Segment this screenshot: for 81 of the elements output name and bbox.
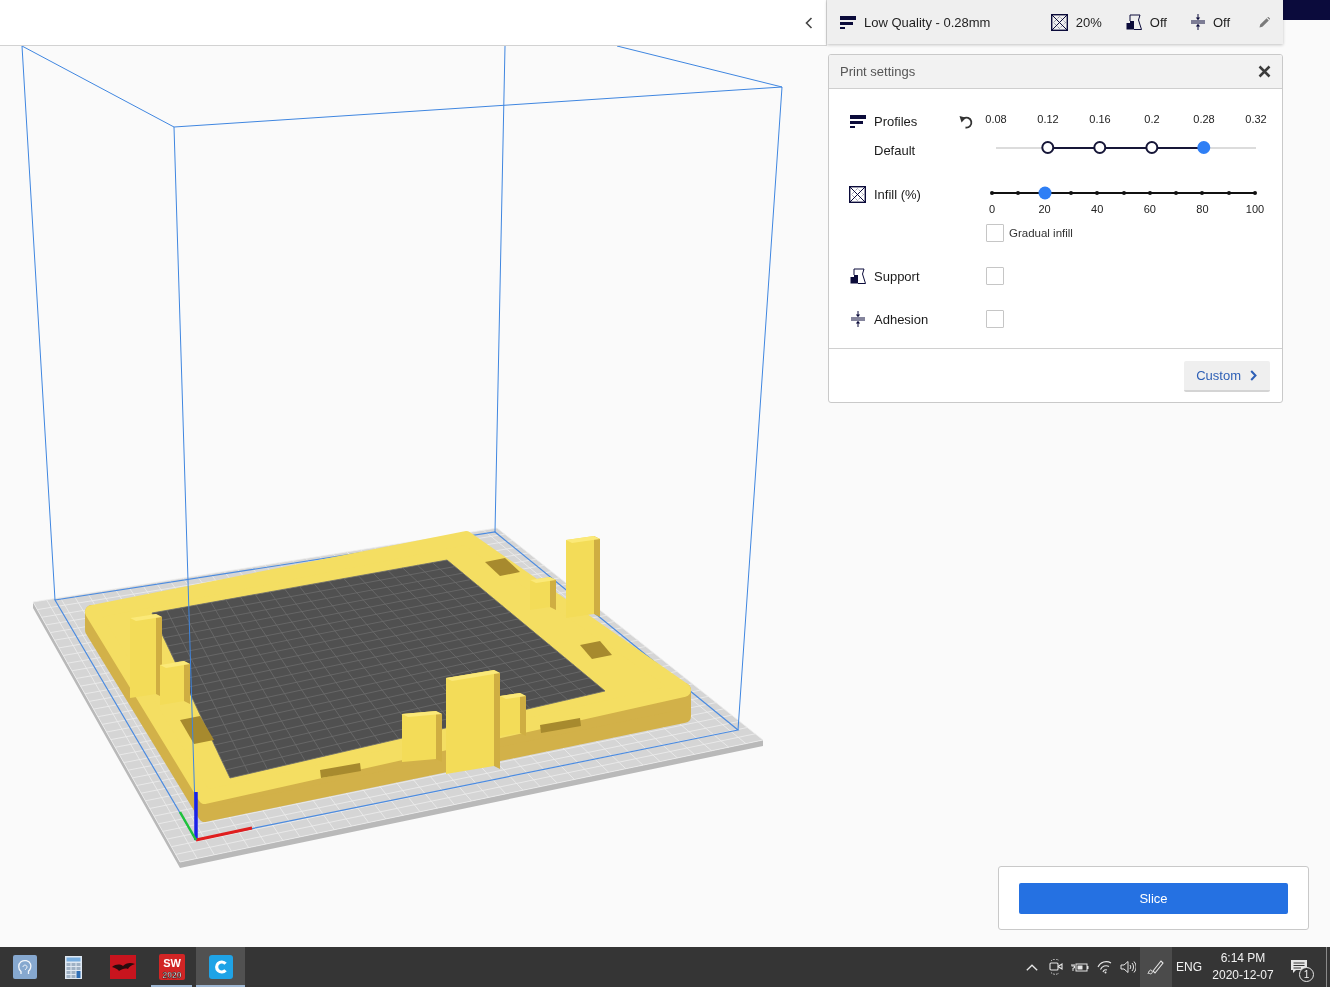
notification-count-badge: 1 [1299,967,1314,982]
reset-button[interactable] [959,113,974,129]
infill-slider-thumb[interactable] [1038,186,1052,200]
logo-badge-icon: SW 2020 [158,954,185,980]
panel-title: Print settings [840,64,916,79]
calculator-icon [65,955,82,979]
slider-step-dot [1147,191,1152,195]
converging-arrows-icon [850,311,865,327]
slider-step-dot [1174,191,1179,195]
pen-icon [1147,958,1165,976]
wifi-icon [1096,960,1112,974]
chevron-right-icon [1250,370,1257,381]
profile-name: Default [874,142,916,160]
converging-arrows-icon [1190,14,1205,30]
profiles-label: Profiles [874,113,918,129]
battery-plug-icon [1071,961,1089,973]
infill-label: Infill (%) [874,186,921,202]
slider-step-dot [1121,191,1126,195]
slider-step-dot [1226,191,1231,195]
bars-icon [840,15,856,29]
tray-button[interactable] [1140,947,1172,987]
clock-time: 6:14 PM [1220,950,1266,967]
infill-tick-label: 0 [988,203,996,215]
print-summary-bar[interactable]: Low Quality - 0.28mm 20% Off Off [827,0,1283,44]
custom-button[interactable]: Custom [1184,361,1270,392]
taskbar-app-button[interactable] [196,947,245,987]
slider-step-dot [1016,191,1021,195]
summary-text: Off [1212,14,1230,30]
checkbox[interactable] [986,224,1004,242]
chevron-up-icon [1026,963,1038,971]
infill-tick-label: 60 [1143,203,1156,215]
layer-height-label: 0.12 [1037,112,1059,126]
taskbar-app-button[interactable]: SW 2020 [147,947,196,987]
c-letter-icon [208,955,233,979]
crossed-square-icon [1050,13,1068,31]
checkbox[interactable] [986,267,1004,285]
language-button[interactable]: ENG [1172,947,1206,987]
slider-step-dot [990,191,994,195]
layer-height-stop[interactable] [1145,141,1159,154]
notifications-button[interactable]: 1 [1280,947,1318,987]
edit-button[interactable] [1258,16,1270,28]
summary-text: 20% [1075,14,1102,30]
bars-icon [849,114,866,128]
creature-app-icon [109,955,136,979]
layer-height-stop[interactable] [1093,141,1107,154]
layer-height-label: 0.28 [1193,112,1215,126]
infill-tick-label: 40 [1091,203,1104,215]
crossed-square-icon [849,185,866,203]
pencil-icon [1258,16,1270,28]
layer-height-stop[interactable] [1041,141,1055,154]
slider-step-dot [1253,191,1257,195]
speaker-icon [1120,960,1136,974]
close-icon [1258,65,1271,78]
infill-tick-label: 100 [1245,203,1265,215]
chevron-left-icon [805,16,813,29]
clock-button[interactable]: 6:14 PM 2020-12-07 [1206,947,1280,987]
layer-height-label: 0.16 [1089,112,1111,126]
close-button[interactable] [1258,65,1271,78]
option-label: Support [874,268,920,284]
stepped-block-icon [1125,14,1142,30]
gradual-infill-label: Gradual infill [1009,227,1073,239]
head-outline-icon [12,955,37,979]
camera-icon [1049,959,1063,975]
stepped-block-icon [849,268,866,284]
checkbox[interactable] [986,310,1004,328]
option-label: Adhesion [874,311,929,327]
layer-height-label: 0.08 [985,112,1007,126]
corner-block [1283,0,1330,20]
infill-tick-label: 80 [1196,203,1209,215]
summary-text: Off [1149,14,1167,30]
infill-tick-label: 20 [1038,203,1051,215]
clock-date: 2020-12-07 [1212,967,1274,984]
summary-text: Low Quality - 0.28mm [864,14,991,30]
reset-icon [959,113,974,129]
slider-step-dot [1095,191,1100,195]
slider-step-dot [1068,191,1073,195]
show-desktop-button[interactable] [1326,947,1330,987]
slider-step-dot [1200,191,1205,195]
layer-height-label: 0.32 [1245,112,1267,126]
layer-height-label: 0.2 [1144,112,1160,126]
slice-button[interactable]: Slice [1019,883,1288,914]
